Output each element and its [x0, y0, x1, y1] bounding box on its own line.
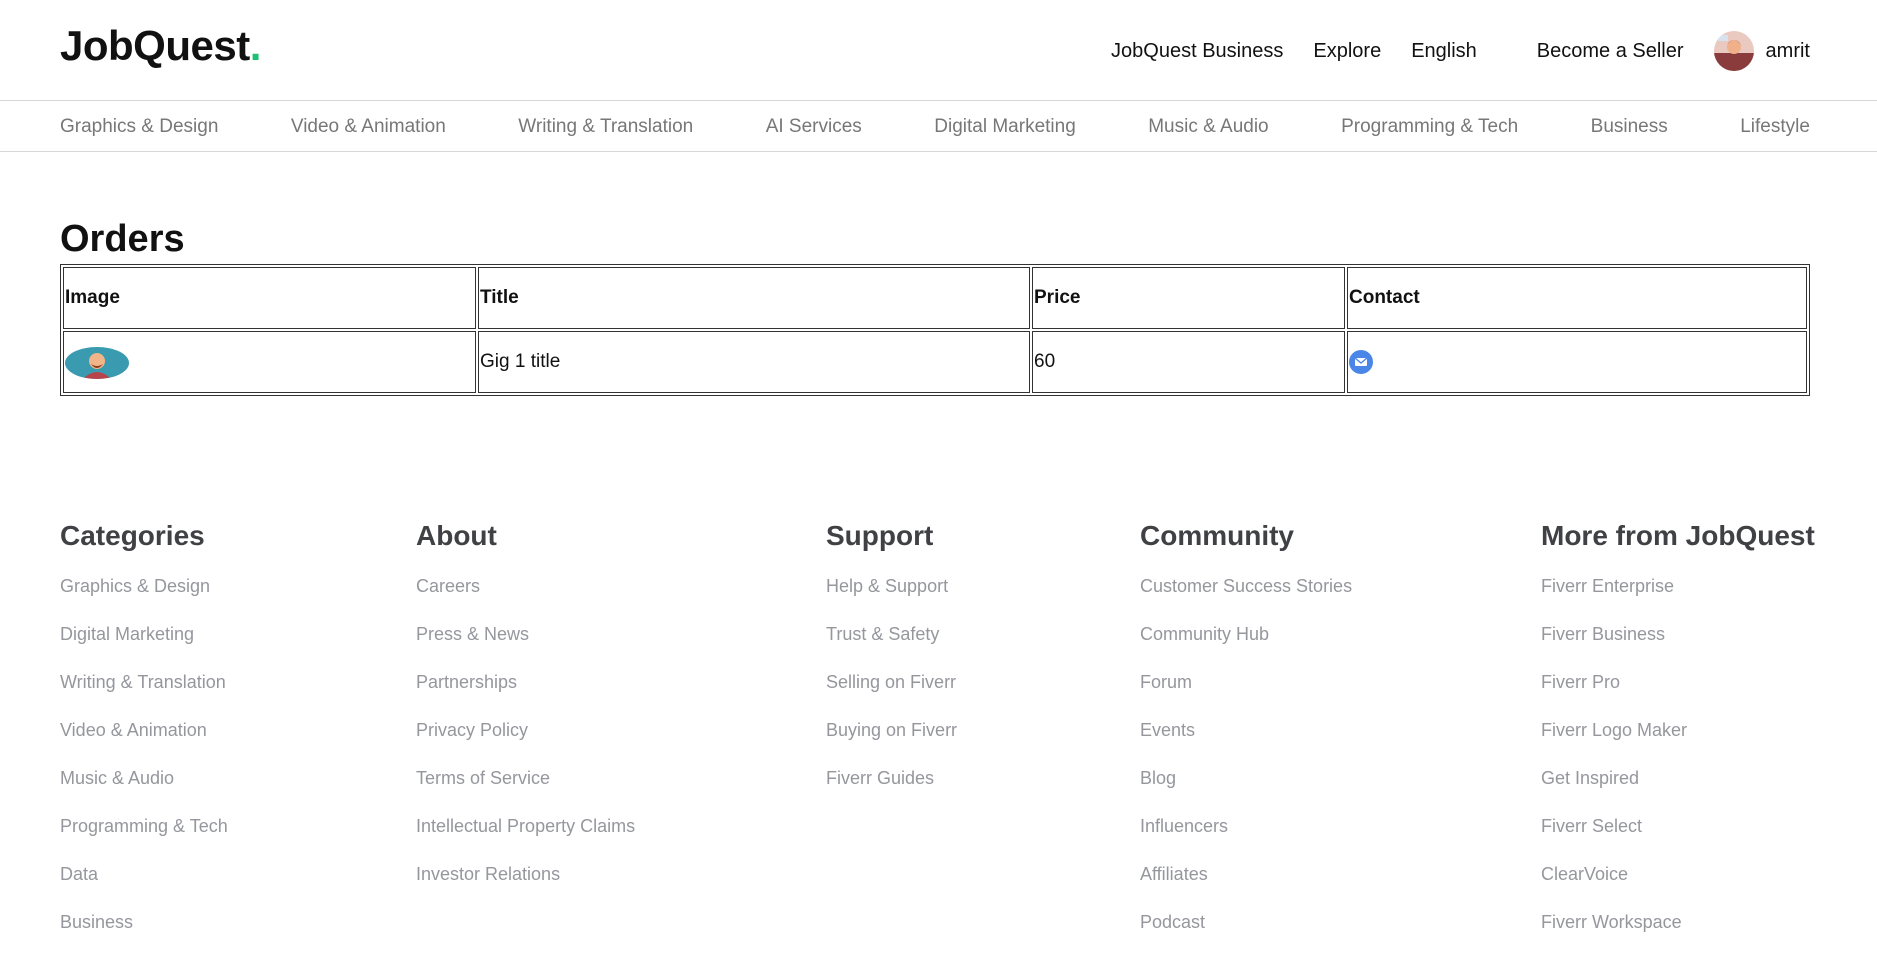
footer-link[interactable]: Customer Success Stories — [1140, 576, 1352, 624]
footer-link[interactable]: Selling on Fiverr — [826, 672, 957, 720]
footer-link[interactable]: Buying on Fiverr — [826, 720, 957, 768]
footer-link[interactable]: Graphics & Design — [60, 576, 228, 624]
footer-column-about: About Careers Press & News Partnerships … — [416, 520, 635, 912]
footer-link[interactable]: Influencers — [1140, 816, 1352, 864]
orders-table: Image Title Price Contact Gig 1 title 60 — [60, 264, 1810, 396]
category-link[interactable]: Lifestyle — [1740, 116, 1810, 138]
footer-heading: More from JobQuest — [1541, 520, 1815, 551]
footer-link[interactable]: Fiverr Logo Maker — [1541, 720, 1815, 768]
footer-link[interactable]: Music & Audio — [60, 768, 228, 816]
footer-link[interactable]: ClearVoice — [1541, 864, 1815, 912]
table-row: Gig 1 title 60 — [63, 331, 1807, 393]
mail-icon[interactable] — [1349, 350, 1373, 374]
footer-link[interactable]: Press & News — [416, 624, 635, 672]
footer-heading: Community — [1140, 520, 1294, 551]
footer-heading: Support — [826, 520, 934, 551]
avatar[interactable] — [1713, 31, 1754, 71]
order-price: 60 — [1032, 331, 1345, 393]
footer-link[interactable]: Events — [1140, 720, 1352, 768]
logo-dot: . — [249, 22, 262, 69]
gig-avatar-icon — [65, 347, 129, 379]
logo-text: JobQuest — [60, 22, 250, 69]
footer-link[interactable]: Writing & Translation — [60, 672, 228, 720]
footer-link[interactable]: Affiliates — [1140, 864, 1352, 912]
footer-link[interactable]: Data — [60, 864, 228, 912]
column-header-image: Image — [63, 267, 476, 329]
footer-link[interactable]: Blog — [1140, 768, 1352, 816]
footer-link[interactable]: Terms of Service — [416, 768, 635, 816]
footer-heading: Categories — [60, 520, 205, 551]
footer-link[interactable]: Digital Marketing — [60, 624, 228, 672]
footer-link[interactable]: Fiverr Guides — [826, 768, 957, 816]
category-link[interactable]: Business — [1591, 116, 1668, 138]
category-link[interactable]: Digital Marketing — [934, 116, 1076, 138]
username[interactable]: amrit — [1766, 40, 1810, 63]
order-image-cell — [63, 331, 476, 393]
footer-heading: About — [416, 520, 497, 551]
category-link[interactable]: Programming & Tech — [1341, 116, 1518, 138]
category-link[interactable]: Graphics & Design — [60, 116, 218, 138]
footer-link[interactable]: Fiverr Pro — [1541, 672, 1815, 720]
footer-link[interactable]: Fiverr Business — [1541, 624, 1815, 672]
footer-column-support: Support Help & Support Trust & Safety Se… — [826, 520, 957, 816]
order-title: Gig 1 title — [478, 331, 1030, 393]
footer-link[interactable]: Podcast — [1140, 912, 1352, 955]
nav-link-language[interactable]: English — [1411, 40, 1477, 63]
category-link[interactable]: Writing & Translation — [518, 116, 693, 138]
footer-link[interactable]: Community Hub — [1140, 624, 1352, 672]
nav-link-business[interactable]: JobQuest Business — [1111, 40, 1283, 63]
top-navbar: JobQuest. JobQuest Business Explore Engl… — [0, 0, 1877, 101]
gig-thumbnail — [65, 347, 129, 379]
footer-link[interactable]: Fiverr Workspace — [1541, 912, 1815, 955]
column-header-price: Price — [1032, 267, 1345, 329]
category-link[interactable]: AI Services — [766, 116, 862, 138]
user-avatar-icon — [1713, 31, 1754, 71]
footer-link[interactable]: Business — [60, 912, 228, 955]
header-links: JobQuest Business Explore English Become… — [1081, 31, 1810, 71]
category-link[interactable]: Music & Audio — [1148, 116, 1268, 138]
footer-column-categories: Categories Graphics & Design Digital Mar… — [60, 520, 228, 955]
mail-icon-graphic — [1349, 350, 1373, 374]
become-seller-link[interactable]: Become a Seller — [1537, 40, 1684, 63]
footer-link[interactable]: Forum — [1140, 672, 1352, 720]
page-title: Orders — [60, 218, 185, 260]
table-header-row: Image Title Price Contact — [63, 267, 1807, 329]
footer-link[interactable]: Programming & Tech — [60, 816, 228, 864]
category-link[interactable]: Video & Animation — [291, 116, 446, 138]
footer-link[interactable]: Partnerships — [416, 672, 635, 720]
category-navbar: Graphics & Design Video & Animation Writ… — [0, 102, 1877, 152]
footer-link[interactable]: Privacy Policy — [416, 720, 635, 768]
footer-link[interactable]: Careers — [416, 576, 635, 624]
footer-link[interactable]: Intellectual Property Claims — [416, 816, 635, 864]
logo[interactable]: JobQuest. — [60, 22, 261, 70]
footer-link[interactable]: Get Inspired — [1541, 768, 1815, 816]
column-header-contact: Contact — [1347, 267, 1807, 329]
footer-link[interactable]: Fiverr Select — [1541, 816, 1815, 864]
footer-link[interactable]: Investor Relations — [416, 864, 635, 912]
order-contact-cell — [1347, 331, 1807, 393]
nav-link-explore[interactable]: Explore — [1313, 40, 1381, 63]
column-header-title: Title — [478, 267, 1030, 329]
footer-link[interactable]: Fiverr Enterprise — [1541, 576, 1815, 624]
footer-column-more: More from JobQuest Fiverr Enterprise Fiv… — [1541, 520, 1815, 955]
footer-column-community: Community Customer Success Stories Commu… — [1140, 520, 1352, 955]
footer-link[interactable]: Help & Support — [826, 576, 957, 624]
footer-link[interactable]: Video & Animation — [60, 720, 228, 768]
footer-link[interactable]: Trust & Safety — [826, 624, 957, 672]
